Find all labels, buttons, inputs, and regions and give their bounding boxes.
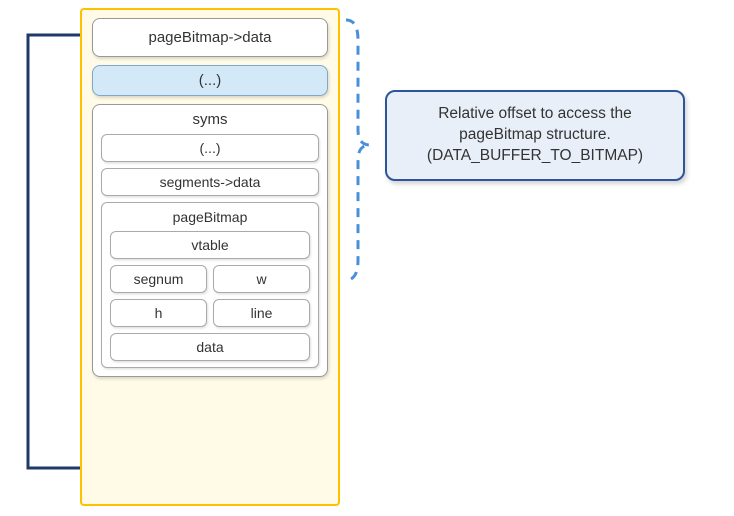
box-label: (...) bbox=[200, 140, 221, 156]
offset-callout: Relative offset to access the pageBitmap… bbox=[385, 90, 685, 181]
line-box: line bbox=[213, 299, 310, 327]
offset-brace bbox=[340, 10, 386, 290]
box-label: segments->data bbox=[160, 174, 261, 190]
box-label: segnum bbox=[134, 271, 184, 287]
pagebitmap-title: pageBitmap bbox=[110, 209, 310, 225]
box-label: pageBitmap->data bbox=[148, 29, 271, 46]
syms-title: syms bbox=[101, 111, 319, 128]
pagebitmap-struct-container: pageBitmap vtable segnum w h line bbox=[101, 202, 319, 368]
box-label: data bbox=[196, 339, 223, 355]
ellipsis-box: (...) bbox=[92, 65, 328, 96]
box-label: line bbox=[251, 305, 273, 321]
callout-line1: Relative offset to access the bbox=[438, 105, 632, 122]
pagebitmap-data-box: pageBitmap->data bbox=[92, 18, 328, 57]
syms-ellipsis-box: (...) bbox=[101, 134, 319, 162]
callout-line3: (DATA_BUFFER_TO_BITMAP) bbox=[427, 147, 643, 164]
box-label: vtable bbox=[191, 237, 228, 253]
box-label: w bbox=[256, 271, 266, 287]
syms-container: syms (...) segments->data pageBitmap vta… bbox=[92, 104, 328, 377]
vtable-box: vtable bbox=[110, 231, 310, 259]
data-box: data bbox=[110, 333, 310, 361]
box-label: (...) bbox=[199, 72, 222, 89]
segnum-box: segnum bbox=[110, 265, 207, 293]
memory-layout-container: pageBitmap->data (...) syms (...) segmen… bbox=[80, 8, 340, 506]
box-label: h bbox=[155, 305, 163, 321]
w-box: w bbox=[213, 265, 310, 293]
callout-line2: pageBitmap structure. bbox=[459, 126, 611, 143]
pointer-arrow bbox=[0, 0, 90, 500]
segments-data-box: segments->data bbox=[101, 168, 319, 196]
h-box: h bbox=[110, 299, 207, 327]
